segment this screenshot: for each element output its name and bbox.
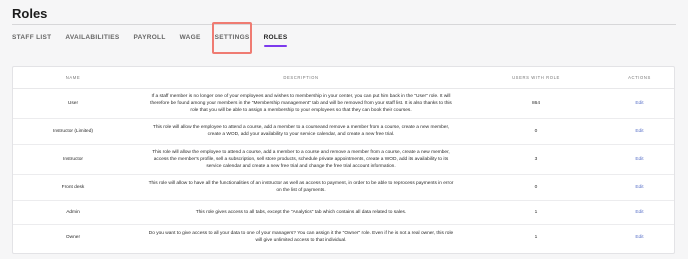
edit-link[interactable]: Edit bbox=[603, 88, 674, 119]
table-row: Front desk This role will allow to have … bbox=[13, 174, 674, 201]
role-user-count: 0 bbox=[469, 174, 603, 201]
role-name: User bbox=[13, 88, 133, 119]
table-header-row: NAME DESCRIPTION USERS WITH ROLE ACTIONS bbox=[13, 67, 674, 89]
column-header-users: USERS WITH ROLE bbox=[469, 67, 603, 89]
role-description: This role gives access to all tabs, exce… bbox=[133, 200, 469, 225]
tab-bar: STAFF LIST AVAILABILITIES PAYROLL WAGE S… bbox=[12, 30, 301, 50]
roles-tab-highlight-box bbox=[212, 22, 252, 54]
title-divider bbox=[12, 24, 676, 25]
active-tab-indicator bbox=[263, 45, 288, 47]
role-name: Instructor bbox=[13, 144, 133, 175]
role-name: Instructor (Limited) bbox=[13, 118, 133, 145]
roles-table-card: NAME DESCRIPTION USERS WITH ROLE ACTIONS… bbox=[12, 66, 675, 254]
edit-link[interactable]: Edit bbox=[603, 224, 674, 250]
tab-availabilities[interactable]: AVAILABILITIES bbox=[65, 31, 119, 49]
tab-roles-label: ROLES bbox=[263, 34, 288, 41]
column-header-actions: ACTIONS bbox=[603, 67, 674, 89]
role-description: This role will allow the employee to att… bbox=[133, 118, 469, 145]
role-name: Owner bbox=[65, 234, 81, 240]
column-header-description: DESCRIPTION bbox=[133, 67, 469, 89]
roles-table: NAME DESCRIPTION USERS WITH ROLE ACTIONS… bbox=[13, 67, 674, 250]
edit-link[interactable]: Edit bbox=[603, 144, 674, 175]
edit-link[interactable]: Edit bbox=[603, 118, 674, 145]
table-row: Admin This role gives access to all tabs… bbox=[13, 200, 674, 225]
table-row: Instructor This role will allow the empl… bbox=[13, 144, 674, 175]
role-user-count: 3 bbox=[469, 144, 603, 175]
table-row: User If a staff member is no longer one … bbox=[13, 88, 674, 119]
role-name: Admin bbox=[13, 200, 133, 225]
role-name: Front desk bbox=[13, 174, 133, 201]
role-description: This role will allow to have all the fun… bbox=[133, 174, 469, 201]
tab-staff-list[interactable]: STAFF LIST bbox=[12, 31, 51, 49]
table-row: Instructor (Limited) This role will allo… bbox=[13, 118, 674, 145]
role-user-count: 864 bbox=[469, 88, 603, 119]
table-row: Owner Do you want to give access to all … bbox=[13, 224, 674, 250]
tab-payroll[interactable]: PAYROLL bbox=[134, 31, 166, 49]
edit-link[interactable]: Edit bbox=[603, 200, 674, 225]
edit-link[interactable]: Edit bbox=[603, 174, 674, 201]
role-description: Do you want to give access to all your d… bbox=[148, 231, 454, 244]
role-user-count: 0 bbox=[469, 118, 603, 145]
tab-wage[interactable]: WAGE bbox=[180, 31, 201, 49]
role-description: If a staff member is no longer one of yo… bbox=[133, 88, 469, 119]
column-header-name: NAME bbox=[13, 67, 133, 89]
role-description: This role will allow the employee to att… bbox=[133, 144, 469, 175]
page-title: Roles bbox=[12, 6, 48, 21]
role-user-count: 1 bbox=[469, 200, 603, 225]
tab-roles[interactable]: ROLES bbox=[263, 31, 288, 49]
role-user-count: 1 bbox=[534, 234, 538, 240]
